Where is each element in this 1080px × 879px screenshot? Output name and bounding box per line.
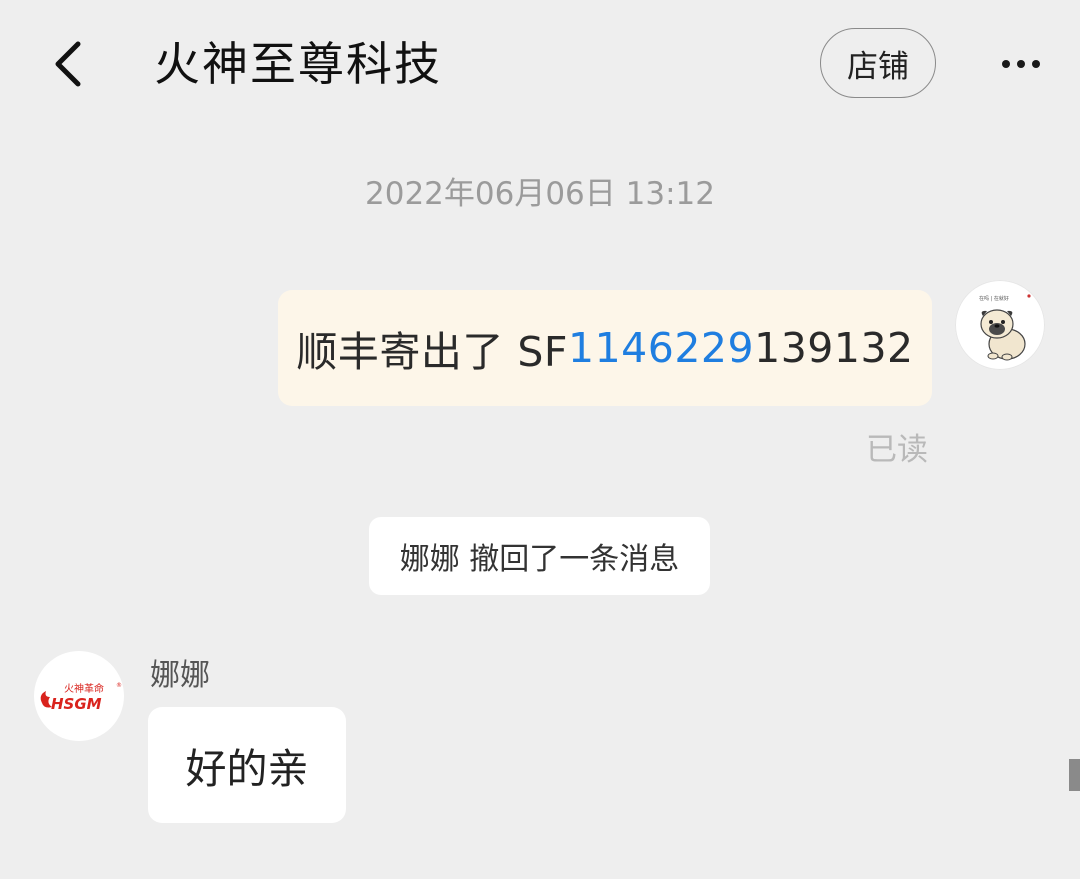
incoming-message-bubble[interactable]: 好的亲 — [148, 707, 346, 823]
shop-button[interactable]: 店铺 — [820, 28, 936, 98]
more-dot-icon — [1017, 60, 1025, 68]
outgoing-message-bubble[interactable]: 顺丰寄出了 SF 1146229 139132 — [278, 290, 932, 406]
shop-avatar[interactable]: 火神革命 ® HSGM — [34, 651, 124, 741]
logo-brand-text: HSGM — [51, 695, 102, 713]
tracking-number-link[interactable]: 1146229 — [568, 324, 754, 372]
svg-text:®: ® — [116, 682, 122, 689]
chat-screen: 火神至尊科技 店铺 2022年06月06日 13:12 顺丰寄出了 SF 1146… — [0, 0, 1080, 879]
message-text-suffix: 139132 — [754, 324, 914, 372]
message-timestamp: 2022年06月06日 13:12 — [365, 176, 715, 212]
shop-logo-icon: 火神革命 ® HSGM — [40, 682, 122, 713]
sender-name: 娜娜 — [150, 658, 210, 693]
pug-sticker-icon: 在吗 | 在就好 — [979, 294, 1031, 361]
more-dot-icon — [1032, 60, 1040, 68]
chevron-left-icon — [55, 41, 81, 87]
recall-notice: 娜娜 撤回了一条消息 — [369, 517, 710, 595]
avatar-caption: 在吗 | 在就好 — [979, 295, 1009, 302]
more-dot-icon — [1002, 60, 1010, 68]
more-options-button[interactable] — [996, 46, 1046, 82]
message-text-prefix: 顺丰寄出了 SF — [296, 328, 568, 376]
back-button[interactable] — [44, 36, 92, 92]
my-avatar[interactable]: 在吗 | 在就好 — [955, 280, 1045, 370]
logo-top-text: 火神革命 — [64, 682, 104, 695]
chat-title: 火神至尊科技 — [154, 37, 442, 91]
scrollbar-thumb[interactable] — [1069, 759, 1080, 791]
read-status: 已读 — [866, 432, 928, 468]
